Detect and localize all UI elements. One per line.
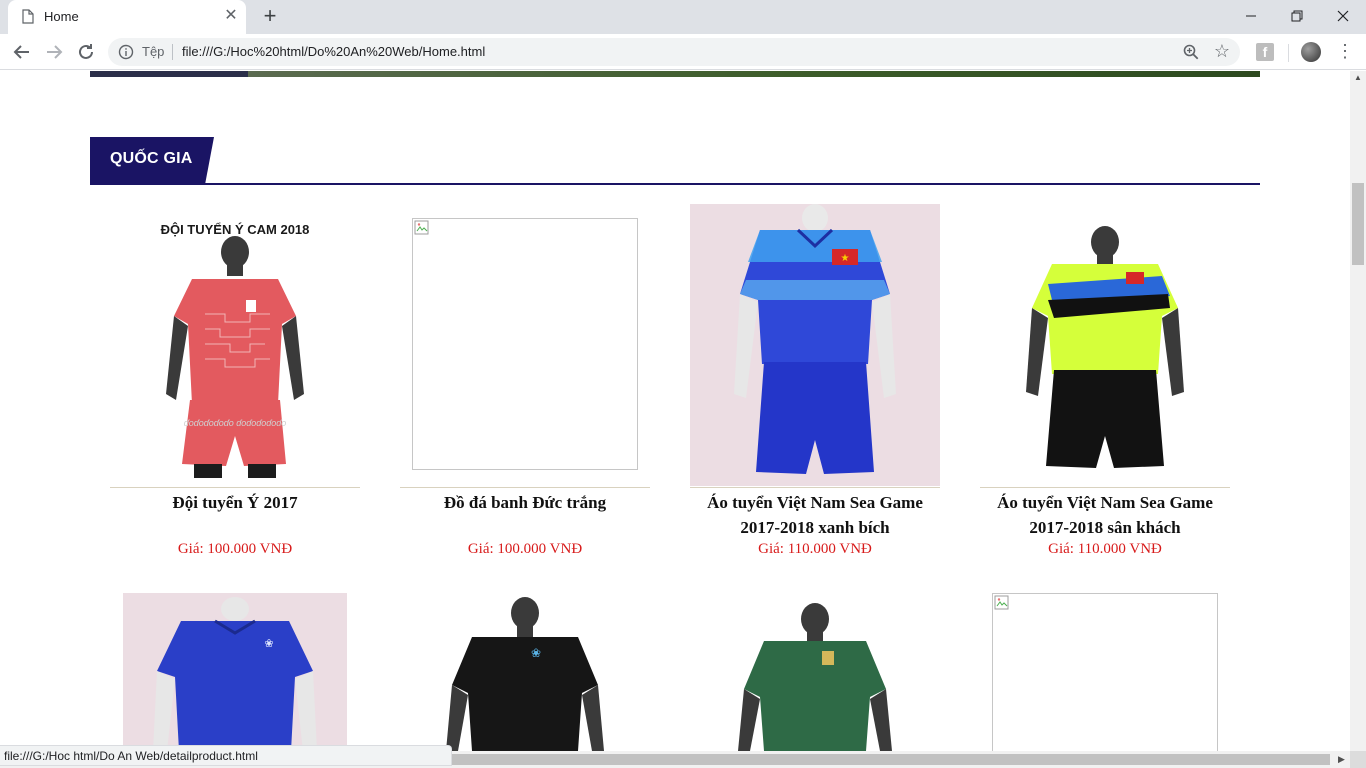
back-arrow-icon[interactable] bbox=[10, 40, 34, 64]
broken-image-icon bbox=[994, 595, 1009, 610]
section-header: QUỐC GIA bbox=[90, 137, 1260, 185]
close-tab-icon[interactable]: ✕ bbox=[222, 7, 240, 25]
page-viewport: QUỐC GIA ĐỘI TUYỂN Ý CAM 2018 ɗoɗoɗoɗoɗo… bbox=[0, 71, 1350, 751]
product-card[interactable]: Đồ đá banh Đức trắng Giá: 100.000 VNĐ bbox=[400, 204, 650, 564]
url-text[interactable]: file:///G:/Hoc%20html/Do%20An%20Web/Home… bbox=[182, 44, 485, 59]
product-name[interactable]: Đồ đá banh Đức trắng bbox=[400, 490, 650, 515]
product-price: Giá: 110.000 VNĐ bbox=[1048, 541, 1162, 557]
svg-text:ɗoɗoɗoɗoɗo ɗoɗoɗoɗoɗo: ɗoɗoɗoɗoɗo ɗoɗoɗoɗoɗo bbox=[184, 418, 287, 428]
forward-arrow-icon[interactable] bbox=[42, 40, 66, 64]
scroll-up-icon[interactable]: ▲ bbox=[1354, 73, 1362, 82]
browser-tab-home[interactable]: Home ✕ bbox=[8, 0, 246, 34]
product-price: Giá: 100.000 VNĐ bbox=[177, 541, 293, 557]
tab-title: Home bbox=[44, 9, 79, 24]
close-window-icon[interactable] bbox=[1320, 4, 1366, 28]
product-name[interactable]: Áo tuyển Việt Nam Sea Game 2017-2018 sân… bbox=[980, 490, 1230, 540]
browser-toolbar: Tệp file:///G:/Hoc%20html/Do%20An%20Web/… bbox=[0, 34, 1366, 70]
product-image[interactable]: ★ bbox=[690, 204, 940, 486]
product-image[interactable] bbox=[980, 204, 1230, 486]
reload-icon[interactable] bbox=[74, 40, 98, 64]
banner-image bbox=[90, 71, 1260, 77]
product-card[interactable]: ĐỘI TUYỂN Ý CAM 2018 ɗoɗoɗoɗoɗo ɗoɗoɗoɗo… bbox=[110, 204, 360, 564]
product-card[interactable]: Áo tuyển Việt Nam Sea Game 2017-2018 sân… bbox=[980, 204, 1230, 564]
broken-image-icon bbox=[414, 220, 429, 235]
new-tab-button[interactable]: + bbox=[258, 5, 282, 29]
omnibox-divider bbox=[172, 44, 173, 60]
product-image[interactable]: ❀ bbox=[123, 593, 347, 751]
product-card[interactable] bbox=[690, 593, 940, 751]
info-icon[interactable] bbox=[118, 44, 134, 60]
browser-menu-icon[interactable]: ⋮ bbox=[1336, 40, 1354, 64]
scrollbar-corner bbox=[1350, 751, 1366, 768]
svg-text:★: ★ bbox=[841, 253, 850, 264]
product-divider bbox=[400, 487, 650, 488]
scrollbar-thumb[interactable] bbox=[1352, 183, 1364, 265]
bookmark-star-icon[interactable]: ☆ bbox=[1212, 41, 1232, 61]
product-price: Giá: 100.000 VNĐ bbox=[467, 541, 583, 557]
profile-avatar[interactable] bbox=[1301, 42, 1321, 62]
vertical-scrollbar[interactable]: ▲ bbox=[1350, 71, 1366, 751]
broken-image[interactable] bbox=[412, 218, 638, 470]
product-image[interactable]: ĐỘI TUYỂN Ý CAM 2018 ɗoɗoɗoɗoɗo ɗoɗoɗoɗo… bbox=[110, 204, 360, 486]
tab-strip: Home ✕ + bbox=[0, 0, 1366, 34]
svg-text:❀: ❀ bbox=[531, 646, 541, 660]
product-card[interactable]: ❀ bbox=[110, 593, 360, 751]
restore-window-icon[interactable] bbox=[1274, 4, 1320, 28]
product-image[interactable]: ❀ bbox=[400, 593, 650, 751]
product-price: Giá: 110.000 VNĐ bbox=[758, 541, 872, 557]
product-divider bbox=[980, 487, 1230, 488]
broken-image[interactable] bbox=[992, 593, 1218, 751]
product-card[interactable]: ❀ bbox=[400, 593, 650, 751]
section-title: QUỐC GIA bbox=[110, 150, 193, 167]
facebook-extension-icon[interactable]: f bbox=[1256, 43, 1274, 61]
scroll-right-icon[interactable]: ▶ bbox=[1338, 754, 1345, 765]
toolbar-divider bbox=[1288, 44, 1289, 62]
address-bar[interactable]: Tệp file:///G:/Hoc%20html/Do%20An%20Web/… bbox=[108, 38, 1240, 66]
svg-text:❀: ❀ bbox=[264, 638, 273, 650]
product-card[interactable] bbox=[980, 593, 1230, 751]
product-divider bbox=[110, 487, 360, 488]
zoom-icon[interactable] bbox=[1182, 43, 1200, 61]
product-divider bbox=[690, 487, 940, 488]
status-url-bubble: file:///G:/Hoc html/Do An Web/detailprod… bbox=[0, 745, 452, 766]
scrollbar-thumb[interactable] bbox=[450, 754, 1330, 765]
minimize-window-icon[interactable] bbox=[1228, 4, 1274, 28]
product-name[interactable]: Đội tuyển Ý 2017 bbox=[110, 490, 360, 515]
product-image[interactable] bbox=[690, 593, 940, 751]
product-card[interactable]: ★ Áo tuyển Việt Nam Sea Game 2017-2018 x… bbox=[690, 204, 940, 564]
scheme-label: Tệp bbox=[142, 44, 165, 59]
page-icon bbox=[22, 9, 34, 24]
image-caption: ĐỘI TUYỂN Ý CAM 2018 bbox=[161, 222, 310, 237]
product-name[interactable]: Áo tuyển Việt Nam Sea Game 2017-2018 xan… bbox=[690, 490, 940, 540]
